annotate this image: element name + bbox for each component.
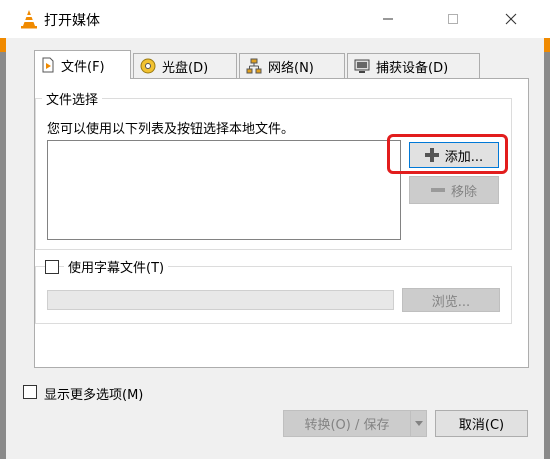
network-icon <box>246 58 262 74</box>
maximize-icon <box>448 14 458 24</box>
disc-icon <box>140 58 156 74</box>
subtitle-checkbox[interactable] <box>45 260 59 274</box>
tab-label: 文件(F) <box>61 59 105 75</box>
background-vlc-icon <box>544 38 550 52</box>
tab-file[interactable]: 文件(F) <box>34 50 131 79</box>
minimize-icon <box>383 18 393 20</box>
cancel-button-label: 取消(C) <box>458 418 505 433</box>
minus-icon <box>430 188 445 192</box>
chevron-down-icon <box>414 421 423 426</box>
tab-network[interactable]: 网络(N) <box>239 53 345 78</box>
show-more-options-checkbox[interactable] <box>23 385 37 399</box>
close-icon <box>505 13 517 25</box>
cancel-button[interactable]: 取消(C) <box>435 410 528 437</box>
tab-label: 光盘(D) <box>162 60 209 76</box>
maximize-button[interactable] <box>430 0 476 38</box>
tab-label: 捕获设备(D) <box>376 60 449 76</box>
file-list[interactable] <box>47 140 401 240</box>
window-title: 打开媒体 <box>44 13 100 29</box>
remove-file-button[interactable]: 移除 <box>409 176 499 204</box>
browse-button-label: 浏览... <box>431 294 471 310</box>
remove-button-label: 移除 <box>450 184 477 200</box>
close-button[interactable] <box>488 0 534 38</box>
file-selection-description: 您可以使用以下列表及按钮选择本地文件。 <box>47 122 295 137</box>
minimize-button[interactable] <box>365 0 411 38</box>
browse-button[interactable]: 浏览... <box>402 288 500 312</box>
file-icon <box>42 57 54 73</box>
background-vlc-icon <box>0 38 6 52</box>
convert-save-label: 转换(O) / 保存 <box>304 418 390 433</box>
tab-capture-device[interactable]: 捕获设备(D) <box>347 53 480 78</box>
convert-save-dropdown[interactable] <box>410 410 427 437</box>
show-more-options-label: 显示更多选项(M) <box>44 388 144 403</box>
subtitle-checkbox-label: 使用字幕文件(T) <box>64 257 169 276</box>
convert-save-button[interactable]: 转换(O) / 保存 <box>283 410 411 437</box>
subtitle-path-input[interactable] <box>47 290 394 310</box>
background-window-left-edge <box>0 38 6 459</box>
capture-device-icon <box>354 59 370 73</box>
tab-disc[interactable]: 光盘(D) <box>133 53 237 78</box>
vlc-cone-icon <box>20 9 38 29</box>
file-selection-label: 文件选择 <box>42 89 103 108</box>
tab-label: 网络(N) <box>268 60 314 76</box>
highlight-annotation <box>387 134 508 174</box>
background-window-right-edge <box>544 38 550 459</box>
